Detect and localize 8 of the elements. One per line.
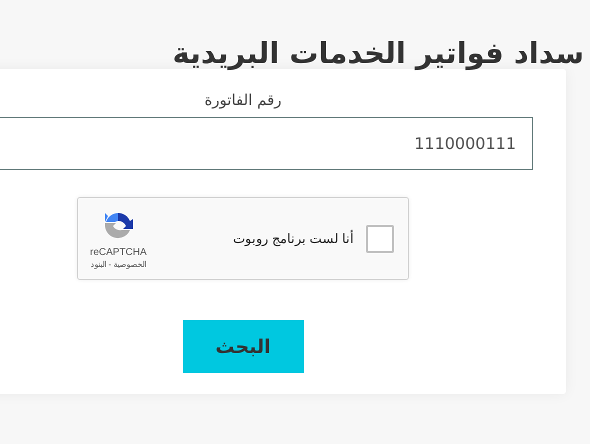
invoice-number-field[interactable]: 1110000111 xyxy=(0,117,533,170)
search-button[interactable]: البحث xyxy=(182,320,304,373)
page-title: سداد فواتير الخدمات البريدية xyxy=(171,35,585,70)
recaptcha-brand: reCAPTCHA xyxy=(90,246,147,258)
field-label: رقم الفاتورة xyxy=(204,91,282,109)
captcha-checkbox[interactable] xyxy=(366,224,394,252)
privacy-terms-links[interactable]: الخصوصية - البنود xyxy=(90,260,146,268)
captcha-label: أنا لست برنامج روبوت xyxy=(232,231,354,246)
